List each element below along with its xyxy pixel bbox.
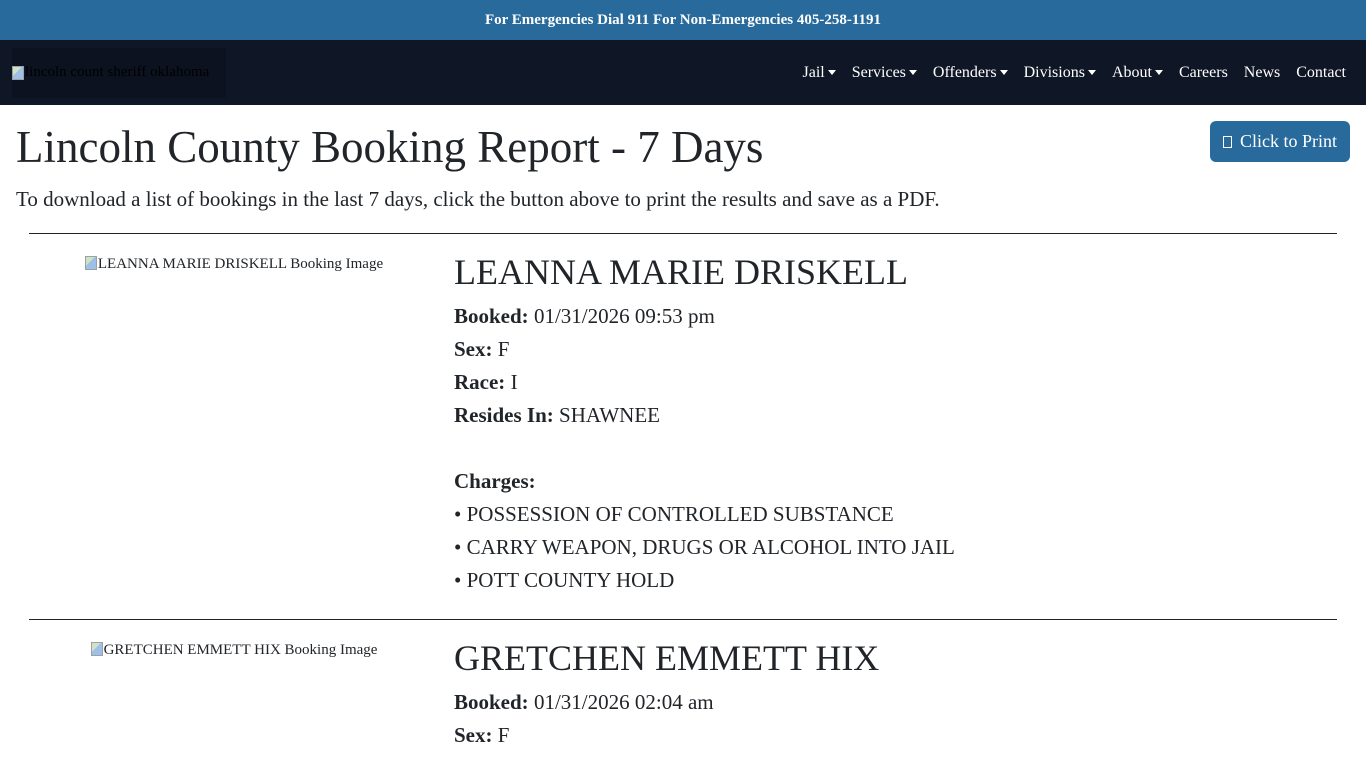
booking-image-alt: GRETCHEN EMMETT HIX Booking Image — [103, 642, 378, 658]
booking-image-alt: LEANNA MARIE DRISKELL Booking Image — [97, 256, 384, 272]
broken-image-icon — [90, 642, 103, 656]
intro-text: To download a list of bookings in the la… — [16, 187, 940, 211]
charges-label: Charges: — [454, 469, 536, 493]
booking-photo-column: GRETCHEN EMMETT HIX Booking Image — [29, 638, 439, 752]
race-row: Race: I — [454, 366, 955, 399]
caret-down-icon — [827, 70, 836, 75]
caret-down-icon — [999, 70, 1008, 75]
site-logo-alt-text: lincoln count sheriff oklahoma — [25, 64, 210, 80]
race-label: Race: — [454, 370, 506, 394]
resides-row: Resides In: SHAWNEE — [454, 399, 955, 432]
booked-label: Booked: — [454, 304, 529, 328]
nav-links: Jail Services Offenders Divisions About … — [794, 64, 1354, 82]
main-navbar: lincoln count sheriff oklahoma Jail Serv… — [0, 40, 1366, 105]
caret-down-icon — [1087, 70, 1096, 75]
booking-record: GRETCHEN EMMETT HIX Booking Image GRETCH… — [29, 619, 1337, 768]
race-value: I — [510, 370, 518, 394]
site-logo[interactable]: lincoln count sheriff oklahoma — [12, 47, 226, 98]
sex-label: Sex: — [454, 337, 493, 361]
booked-value: 01/31/2026 02:04 am — [533, 690, 714, 714]
charges-heading: Charges: — [454, 465, 955, 498]
nav-item-label: Offenders — [932, 63, 997, 81]
charge-item: • POTT COUNTY HOLD — [454, 568, 675, 592]
booking-image: LEANNA MARIE DRISKELL Booking Image — [84, 256, 384, 274]
booking-details: LEANNA MARIE DRISKELL Booked: 01/31/2026… — [439, 252, 955, 597]
sex-row: Sex: F — [454, 719, 879, 752]
nav-item-label: Contact — [1296, 63, 1346, 81]
booking-details: GRETCHEN EMMETT HIX Booked: 01/31/2026 0… — [439, 638, 879, 752]
nav-item-label: About — [1111, 63, 1152, 81]
broken-image-icon — [12, 65, 24, 80]
nav-item-contact[interactable]: Contact — [1288, 64, 1354, 82]
nav-item-careers[interactable]: Careers — [1171, 64, 1236, 82]
booked-row: Booked: 01/31/2026 02:04 am — [454, 686, 879, 719]
broken-image-icon — [84, 256, 97, 270]
booking-photo-column: LEANNA MARIE DRISKELL Booking Image — [29, 252, 439, 597]
emergency-banner: For Emergencies Dial 911 For Non-Emergen… — [0, 0, 1366, 40]
caret-down-icon — [908, 70, 917, 75]
page-content: Lincoln County Booking Report - 7 Days C… — [0, 105, 1366, 768]
booked-label: Booked: — [454, 690, 529, 714]
nav-item-jail[interactable]: Jail — [794, 64, 843, 82]
print-button[interactable]: Click to Print — [1209, 121, 1350, 162]
sex-label: Sex: — [454, 723, 493, 747]
booked-row: Booked: 01/31/2026 09:53 pm — [454, 300, 955, 333]
print-button-label: Click to Print — [1239, 131, 1337, 151]
nav-item-label: News — [1243, 63, 1281, 81]
sex-value: F — [497, 723, 510, 747]
booking-record: LEANNA MARIE DRISKELL Booking Image LEAN… — [29, 233, 1337, 619]
nav-item-label: Divisions — [1023, 63, 1085, 81]
charge-item: • POSSESSION OF CONTROLLED SUBSTANCE — [454, 502, 894, 526]
nav-item-divisions[interactable]: Divisions — [1016, 64, 1104, 82]
resides-label: Resides In: — [454, 403, 554, 427]
booked-value: 01/31/2026 09:53 pm — [533, 304, 715, 328]
nav-item-about[interactable]: About — [1104, 64, 1171, 82]
sex-value: F — [497, 337, 510, 361]
page-title: Lincoln County Booking Report - 7 Days — [16, 122, 764, 172]
caret-down-icon — [1154, 70, 1163, 75]
emergency-banner-text: For Emergencies Dial 911 For Non-Emergen… — [484, 11, 882, 28]
charge-item: • CARRY WEAPON, DRUGS OR ALCOHOL INTO JA… — [454, 535, 955, 559]
nav-item-services[interactable]: Services — [844, 64, 925, 82]
nav-item-news[interactable]: News — [1236, 64, 1288, 82]
print-icon — [1222, 135, 1232, 148]
nav-item-label: Services — [851, 63, 906, 81]
booking-list: LEANNA MARIE DRISKELL Booking Image LEAN… — [29, 233, 1337, 768]
nav-item-label: Careers — [1178, 63, 1228, 81]
inmate-name: LEANNA MARIE DRISKELL — [454, 252, 908, 292]
sex-row: Sex: F — [454, 333, 955, 366]
resides-value: SHAWNEE — [559, 403, 660, 427]
booking-image: GRETCHEN EMMETT HIX Booking Image — [90, 642, 378, 660]
inmate-name: GRETCHEN EMMETT HIX — [454, 638, 880, 678]
nav-item-offenders[interactable]: Offenders — [925, 64, 1016, 82]
nav-item-label: Jail — [802, 63, 825, 81]
